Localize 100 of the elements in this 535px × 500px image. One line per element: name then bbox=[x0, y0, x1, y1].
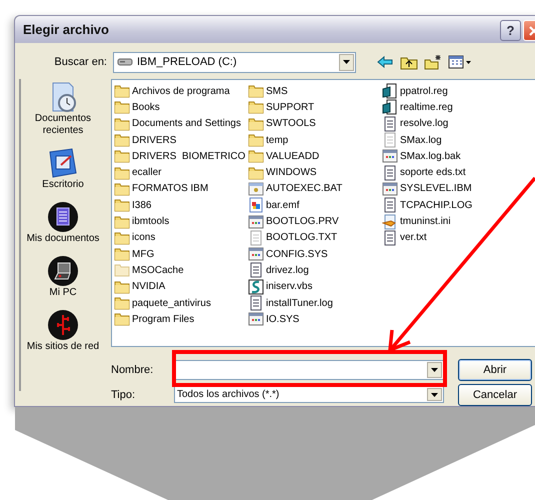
field-label: Nombre: bbox=[111, 364, 154, 376]
file-item[interactable]: Documents and Settings bbox=[114, 116, 248, 132]
settings-file-icon bbox=[382, 148, 398, 164]
folder-icon bbox=[114, 83, 130, 100]
text-file-icon bbox=[382, 116, 398, 132]
place-label[interactable]: Mis sitios de red bbox=[26, 341, 100, 353]
cancel-button[interactable]: Cancelar bbox=[458, 384, 532, 406]
file-item[interactable]: Archivos de programa bbox=[114, 83, 248, 100]
field-label: Tipo: bbox=[111, 388, 136, 400]
folder-icon bbox=[248, 116, 264, 132]
file-item[interactable]: DRIVERS BIOMETRICO bbox=[114, 148, 248, 164]
place-label[interactable]: Documentos recientes bbox=[20, 113, 106, 137]
file-item[interactable]: IO.SYS bbox=[248, 311, 382, 328]
file-item[interactable]: ppatrol.reg bbox=[382, 83, 535, 100]
file-item[interactable]: WINDOWS bbox=[248, 164, 382, 181]
file-item[interactable]: SMS bbox=[248, 83, 382, 100]
text-file-icon bbox=[382, 164, 398, 181]
text-file-icon bbox=[382, 132, 398, 148]
file-item[interactable]: icons bbox=[114, 230, 248, 246]
file-item[interactable]: drivez.log bbox=[248, 262, 382, 279]
desktop-icon[interactable] bbox=[47, 147, 79, 179]
folder-icon bbox=[114, 99, 130, 116]
document-icon[interactable] bbox=[47, 201, 79, 233]
folder-icon bbox=[248, 164, 264, 181]
folder-icon bbox=[114, 180, 130, 197]
image-file-icon bbox=[248, 197, 264, 214]
file-type-dropdown[interactable]: Todos los archivos (*.*) bbox=[174, 386, 444, 403]
open-button[interactable]: Abrir bbox=[458, 359, 532, 381]
file-item[interactable]: Books bbox=[114, 99, 248, 116]
file-item[interactable]: TCPACHIP.LOG bbox=[382, 197, 535, 214]
dropdown-arrow-icon[interactable] bbox=[431, 392, 438, 396]
file-item[interactable]: VALUEADD bbox=[248, 148, 382, 164]
file-item[interactable]: AUTOEXEC.BAT bbox=[248, 180, 382, 198]
location-label: Buscar en: bbox=[53, 56, 108, 68]
text-file-icon bbox=[382, 197, 398, 214]
file-item[interactable]: temp bbox=[248, 132, 382, 148]
registry-file-icon bbox=[382, 83, 398, 100]
settings-file-icon bbox=[382, 214, 398, 230]
text-file-icon bbox=[382, 230, 398, 246]
window-icon bbox=[248, 180, 264, 197]
file-item[interactable]: resolve.log bbox=[382, 116, 535, 132]
dropdown-arrow-icon[interactable] bbox=[343, 60, 350, 64]
file-item[interactable]: MFG bbox=[114, 246, 248, 262]
place-label[interactable]: Escritorio bbox=[42, 179, 84, 191]
file-item[interactable]: BOOTLOG.TXT bbox=[248, 230, 382, 246]
file-item[interactable]: Program Files bbox=[114, 311, 248, 328]
file-item[interactable]: I386 bbox=[114, 197, 248, 214]
location-dropdown[interactable]: IBM_PRELOAD (C:) bbox=[113, 52, 356, 72]
folder-icon bbox=[114, 132, 130, 148]
file-item[interactable]: SMax.log.bak bbox=[382, 148, 535, 164]
file-item[interactable]: paquete_antivirus bbox=[114, 294, 248, 312]
folder-icon bbox=[248, 99, 264, 116]
place-label[interactable]: Mis documentos bbox=[26, 233, 100, 245]
folder-icon bbox=[114, 311, 130, 328]
folder-icon bbox=[114, 230, 130, 246]
drive-icon bbox=[117, 57, 133, 67]
view-menu-icon[interactable] bbox=[448, 54, 472, 70]
file-item[interactable]: SYSLEVEL.IBM bbox=[382, 180, 535, 198]
folder-icon bbox=[114, 246, 130, 262]
file-item[interactable]: realtime.reg bbox=[382, 99, 535, 116]
file-item[interactable]: FORMATOS IBM bbox=[114, 180, 248, 198]
file-item[interactable]: tmuninst.ini bbox=[382, 213, 535, 230]
settings-file-icon bbox=[248, 246, 264, 262]
settings-file-icon bbox=[382, 180, 398, 197]
place-label[interactable]: Mi PC bbox=[49, 287, 77, 299]
folder-icon bbox=[114, 262, 130, 278]
back-arrow-icon[interactable] bbox=[376, 54, 394, 70]
network-icon[interactable] bbox=[47, 309, 79, 341]
new-folder-icon[interactable] bbox=[424, 54, 442, 70]
folder-icon bbox=[114, 197, 130, 214]
file-item[interactable]: installTuner.log bbox=[248, 294, 382, 312]
script-file-icon bbox=[248, 278, 264, 295]
file-item[interactable]: bar.emf bbox=[248, 197, 382, 214]
file-item[interactable]: SMax.log bbox=[382, 132, 535, 148]
file-item[interactable]: SWTOOLS bbox=[248, 116, 382, 132]
file-item[interactable]: NVIDIA bbox=[114, 278, 248, 295]
folder-icon bbox=[114, 148, 130, 164]
folder-icon bbox=[248, 132, 264, 148]
file-item[interactable]: SUPPORT bbox=[248, 99, 382, 116]
file-item[interactable]: MSOCache bbox=[114, 262, 248, 279]
file-item[interactable]: iniserv.vbs bbox=[248, 278, 382, 295]
dropdown-arrow-icon[interactable] bbox=[431, 368, 438, 372]
file-item[interactable]: CONFIG.SYS bbox=[248, 246, 382, 262]
folder-icon bbox=[114, 164, 130, 181]
folder-icon bbox=[114, 116, 130, 132]
registry-file-icon bbox=[382, 99, 398, 116]
file-item[interactable]: soporte eds.txt bbox=[382, 164, 535, 181]
computer-icon[interactable] bbox=[47, 255, 79, 287]
folder-icon bbox=[248, 83, 264, 100]
filename-field[interactable] bbox=[174, 360, 444, 380]
file-item[interactable]: ecaller bbox=[114, 164, 248, 181]
file-item[interactable]: ver.txt bbox=[382, 230, 535, 246]
folder-icon bbox=[114, 295, 130, 311]
file-item[interactable]: DRIVERS bbox=[114, 132, 248, 148]
folder-icon bbox=[114, 278, 130, 295]
file-item[interactable]: ibmtools bbox=[114, 213, 248, 230]
file-item[interactable]: BOOTLOG.PRV bbox=[248, 213, 382, 230]
help-button[interactable]: ? bbox=[500, 20, 521, 41]
text-file-icon bbox=[248, 262, 264, 278]
folder-icon bbox=[114, 214, 130, 230]
